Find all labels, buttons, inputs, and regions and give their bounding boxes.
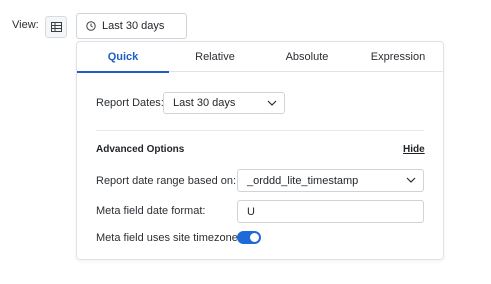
range-based-on-label: Report date range based on: [96,175,237,187]
table-view-button[interactable] [45,16,67,38]
meta-format-label: Meta field date format: [96,205,206,217]
date-range-label: Last 30 days [102,20,165,32]
chevron-down-icon [406,176,416,184]
report-dates-label: Report Dates: [96,97,164,109]
date-range-popover: Quick Relative Absolute Expression Repor… [76,41,444,260]
tab-expression[interactable]: Expression [353,42,443,72]
tab-quick[interactable]: Quick [77,42,169,73]
date-range-button[interactable]: Last 30 days [76,13,187,39]
tab-relative[interactable]: Relative [169,42,261,72]
range-based-on-select[interactable]: _orddd_lite_timestamp [237,169,424,192]
meta-format-input[interactable]: U [237,200,424,223]
hide-advanced-link[interactable]: Hide [403,144,425,155]
chevron-down-icon [267,99,277,107]
site-timezone-label: Meta field uses site timezone [96,232,238,244]
range-based-on-value: _orddd_lite_timestamp [247,174,359,187]
report-dates-value: Last 30 days [173,97,236,109]
meta-format-value: U [247,205,255,218]
view-label: View: [12,19,39,31]
tab-absolute[interactable]: Absolute [261,42,353,72]
site-timezone-toggle[interactable] [237,231,261,244]
section-divider [96,130,424,131]
date-mode-tabs: Quick Relative Absolute Expression [77,42,443,73]
report-view-bar: View: Last 30 days [0,13,491,39]
toggle-knob [250,233,259,242]
advanced-options-title: Advanced Options [96,144,185,155]
clock-icon [86,21,96,31]
report-dates-select[interactable]: Last 30 days [163,92,285,114]
table-grid-icon [50,22,62,32]
